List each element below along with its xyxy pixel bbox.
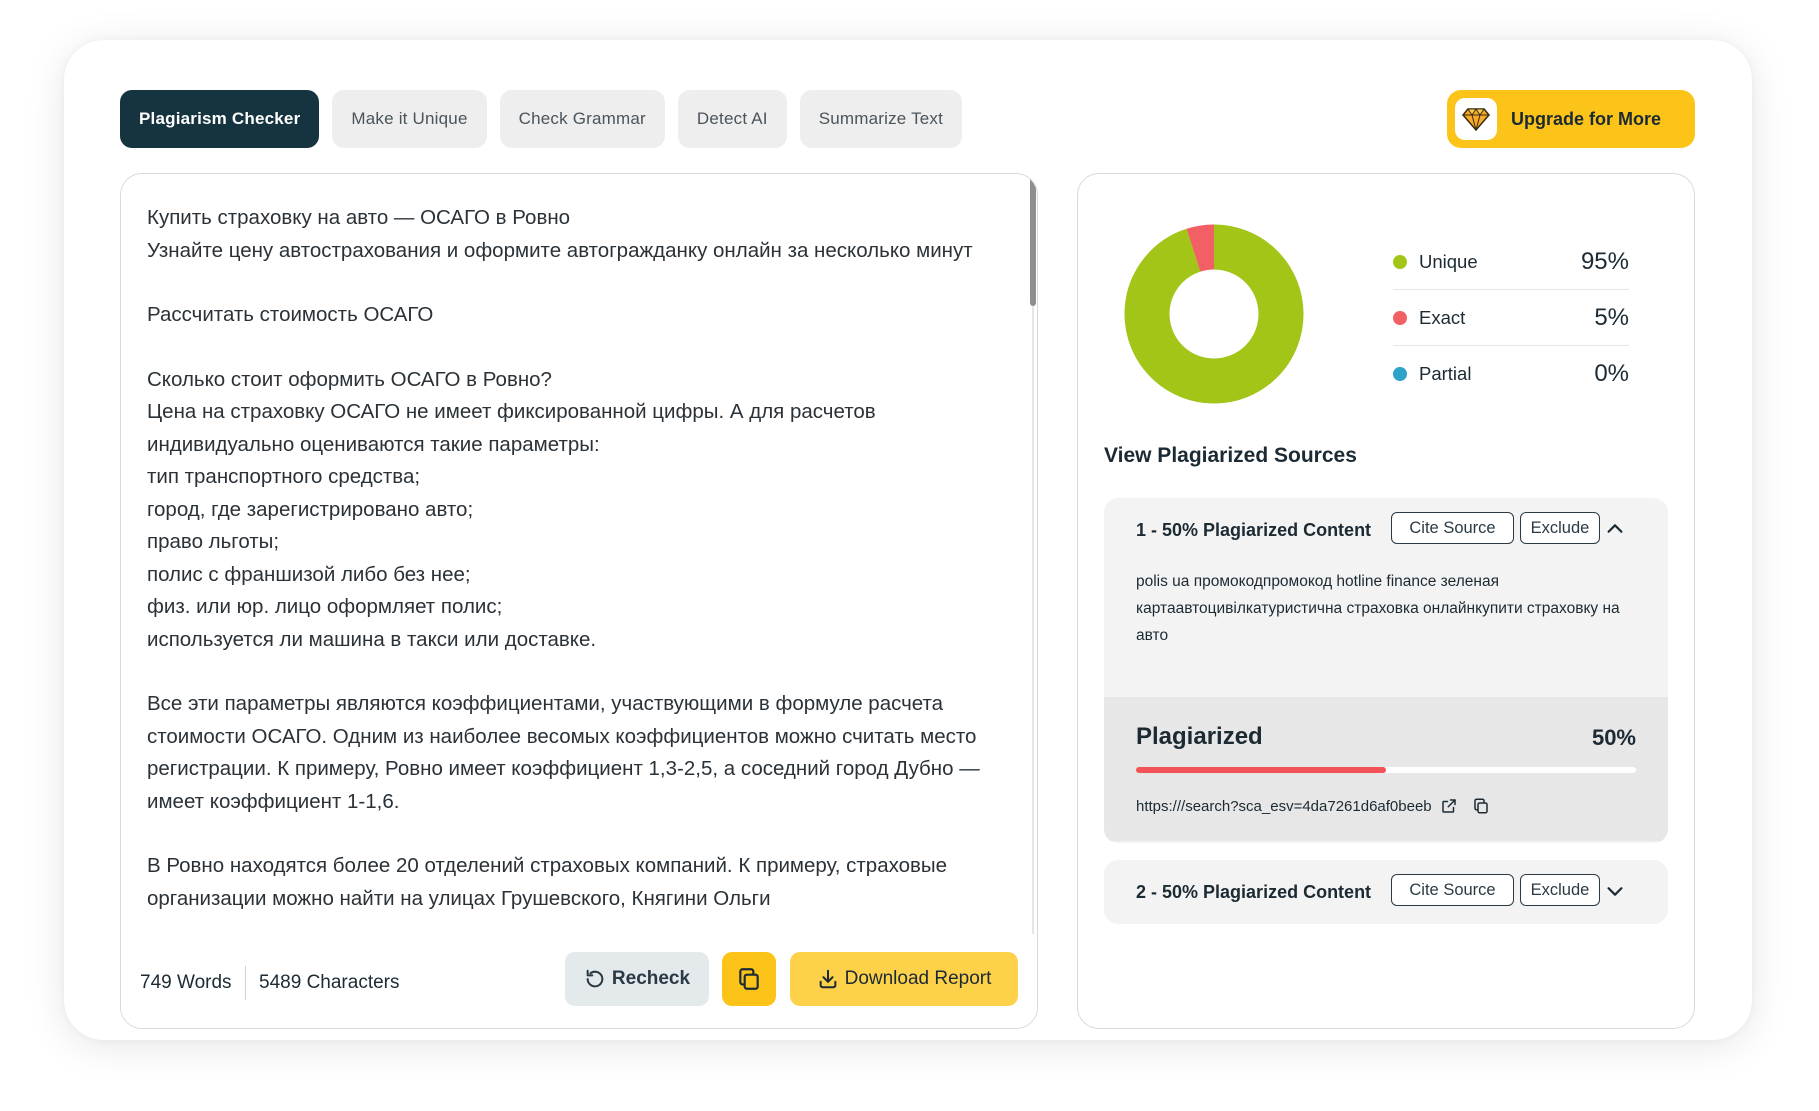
character-count: 5489 Characters — [259, 972, 400, 993]
source-title: 2 - 50% Plagiarized Content — [1136, 881, 1372, 902]
legend-dot — [1393, 367, 1407, 381]
legend-value: 0% — [1594, 360, 1629, 387]
diamond-icon — [1455, 98, 1497, 140]
legend-label: Partial — [1419, 363, 1472, 384]
chevron-up-icon[interactable] — [1604, 518, 1626, 540]
download-icon — [819, 969, 836, 989]
score-legend: Unique 95% Exact 5% Partial 0% — [1393, 234, 1629, 402]
source-link: https:///search?sca_esv=4da7261d6af0beeb — [1136, 797, 1490, 815]
tool-tabs: Plagiarism Checker Make it Unique Check … — [120, 90, 963, 148]
legend-label: Unique — [1419, 250, 1478, 272]
paragraph: В Ровно находятся более 20 отделений стр… — [147, 854, 953, 910]
paragraph: Купить страховку на авто — ОСАГО в Ровно… — [147, 206, 973, 262]
source-header[interactable]: 2 - 50% Plagiarized Content Cite Source … — [1104, 860, 1668, 924]
legend-value: 5% — [1594, 303, 1629, 331]
legend-value: 95% — [1580, 247, 1629, 275]
source-snippet: polis ua промокодпромокод hotline financ… — [1136, 573, 1620, 644]
paragraph: Все эти параметры являются коэффициентам… — [147, 692, 986, 813]
external-link-icon[interactable] — [1440, 797, 1458, 815]
copy-link-icon[interactable] — [1472, 797, 1490, 815]
sources-title: View Plagiarized Sources — [1104, 444, 1357, 467]
plagiarized-progress — [1136, 767, 1636, 773]
legend-dot — [1393, 310, 1407, 325]
editor-content[interactable]: Купить страховку на авто — ОСАГО в Ровно… — [147, 202, 1017, 962]
refresh-icon — [586, 969, 604, 988]
exclude-button[interactable]: Exclude — [1520, 512, 1600, 544]
chevron-down-icon[interactable] — [1604, 880, 1626, 902]
upgrade-button[interactable]: Upgrade for More — [1447, 90, 1695, 148]
scroll-thumb[interactable] — [1030, 176, 1036, 306]
source-card-1: 1 - 50% Plagiarized Content Cite Source … — [1104, 498, 1668, 843]
donut-chart — [1124, 224, 1304, 404]
legend-partial: Partial 0% — [1393, 346, 1629, 402]
tab-detect-ai[interactable]: Detect AI — [677, 90, 787, 148]
tab-check-grammar[interactable]: Check Grammar — [499, 90, 665, 148]
copy-icon — [739, 968, 759, 990]
exclude-button[interactable]: Exclude — [1520, 874, 1600, 906]
recheck-label: Recheck — [611, 968, 691, 989]
download-report-button[interactable]: Download Report — [790, 952, 1018, 1006]
editor-footer: 749 Words 5489 Characters Recheck Downlo… — [121, 938, 1037, 1028]
copy-button[interactable] — [722, 952, 776, 1006]
source-card-2: 2 - 50% Plagiarized Content Cite Source … — [1104, 860, 1668, 924]
legend-label: Exact — [1419, 306, 1466, 328]
divider — [244, 966, 247, 1000]
plagiarized-label: Plagiarized — [1136, 723, 1263, 750]
upgrade-label: Upgrade for More — [1511, 108, 1662, 129]
tab-plagiarism-checker[interactable]: Plagiarism Checker — [120, 90, 320, 148]
tab-summarize-text[interactable]: Summarize Text — [799, 90, 963, 148]
tab-make-it-unique[interactable]: Make it Unique — [332, 90, 487, 148]
recheck-button[interactable]: Recheck — [565, 952, 709, 1006]
source-header[interactable]: 1 - 50% Plagiarized Content Cite Source … — [1104, 498, 1668, 562]
download-report-label: Download Report — [844, 968, 992, 989]
word-count: 749 Words — [140, 972, 232, 993]
results-panel: Unique 95% Exact 5% Partial 0% View Plag… — [1077, 173, 1695, 1029]
editor-scrollbar[interactable] — [1030, 174, 1036, 994]
paragraph: Рассчитать стоимость ОСАГО — [147, 303, 434, 326]
paragraph: Сколько стоит оформить ОСАГО в Ровно? Це… — [147, 367, 876, 651]
source-stats: Plagiarized 50% https:///search?sca_esv=… — [1104, 697, 1668, 841]
plagiarized-value: 50% — [1591, 725, 1636, 750]
legend-exact: Exact 5% — [1393, 290, 1629, 346]
source-url[interactable]: https:///search?sca_esv=4da7261d6af0beeb — [1136, 798, 1432, 815]
text-editor[interactable]: Купить страховку на авто — ОСАГО в Ровно… — [120, 173, 1038, 1029]
legend-dot — [1393, 254, 1407, 269]
legend-unique: Unique 95% — [1393, 234, 1629, 290]
source-title: 1 - 50% Plagiarized Content — [1136, 519, 1372, 540]
cite-source-button[interactable]: Cite Source — [1391, 874, 1514, 906]
progress-fill — [1136, 767, 1386, 773]
cite-source-button[interactable]: Cite Source — [1391, 512, 1514, 544]
